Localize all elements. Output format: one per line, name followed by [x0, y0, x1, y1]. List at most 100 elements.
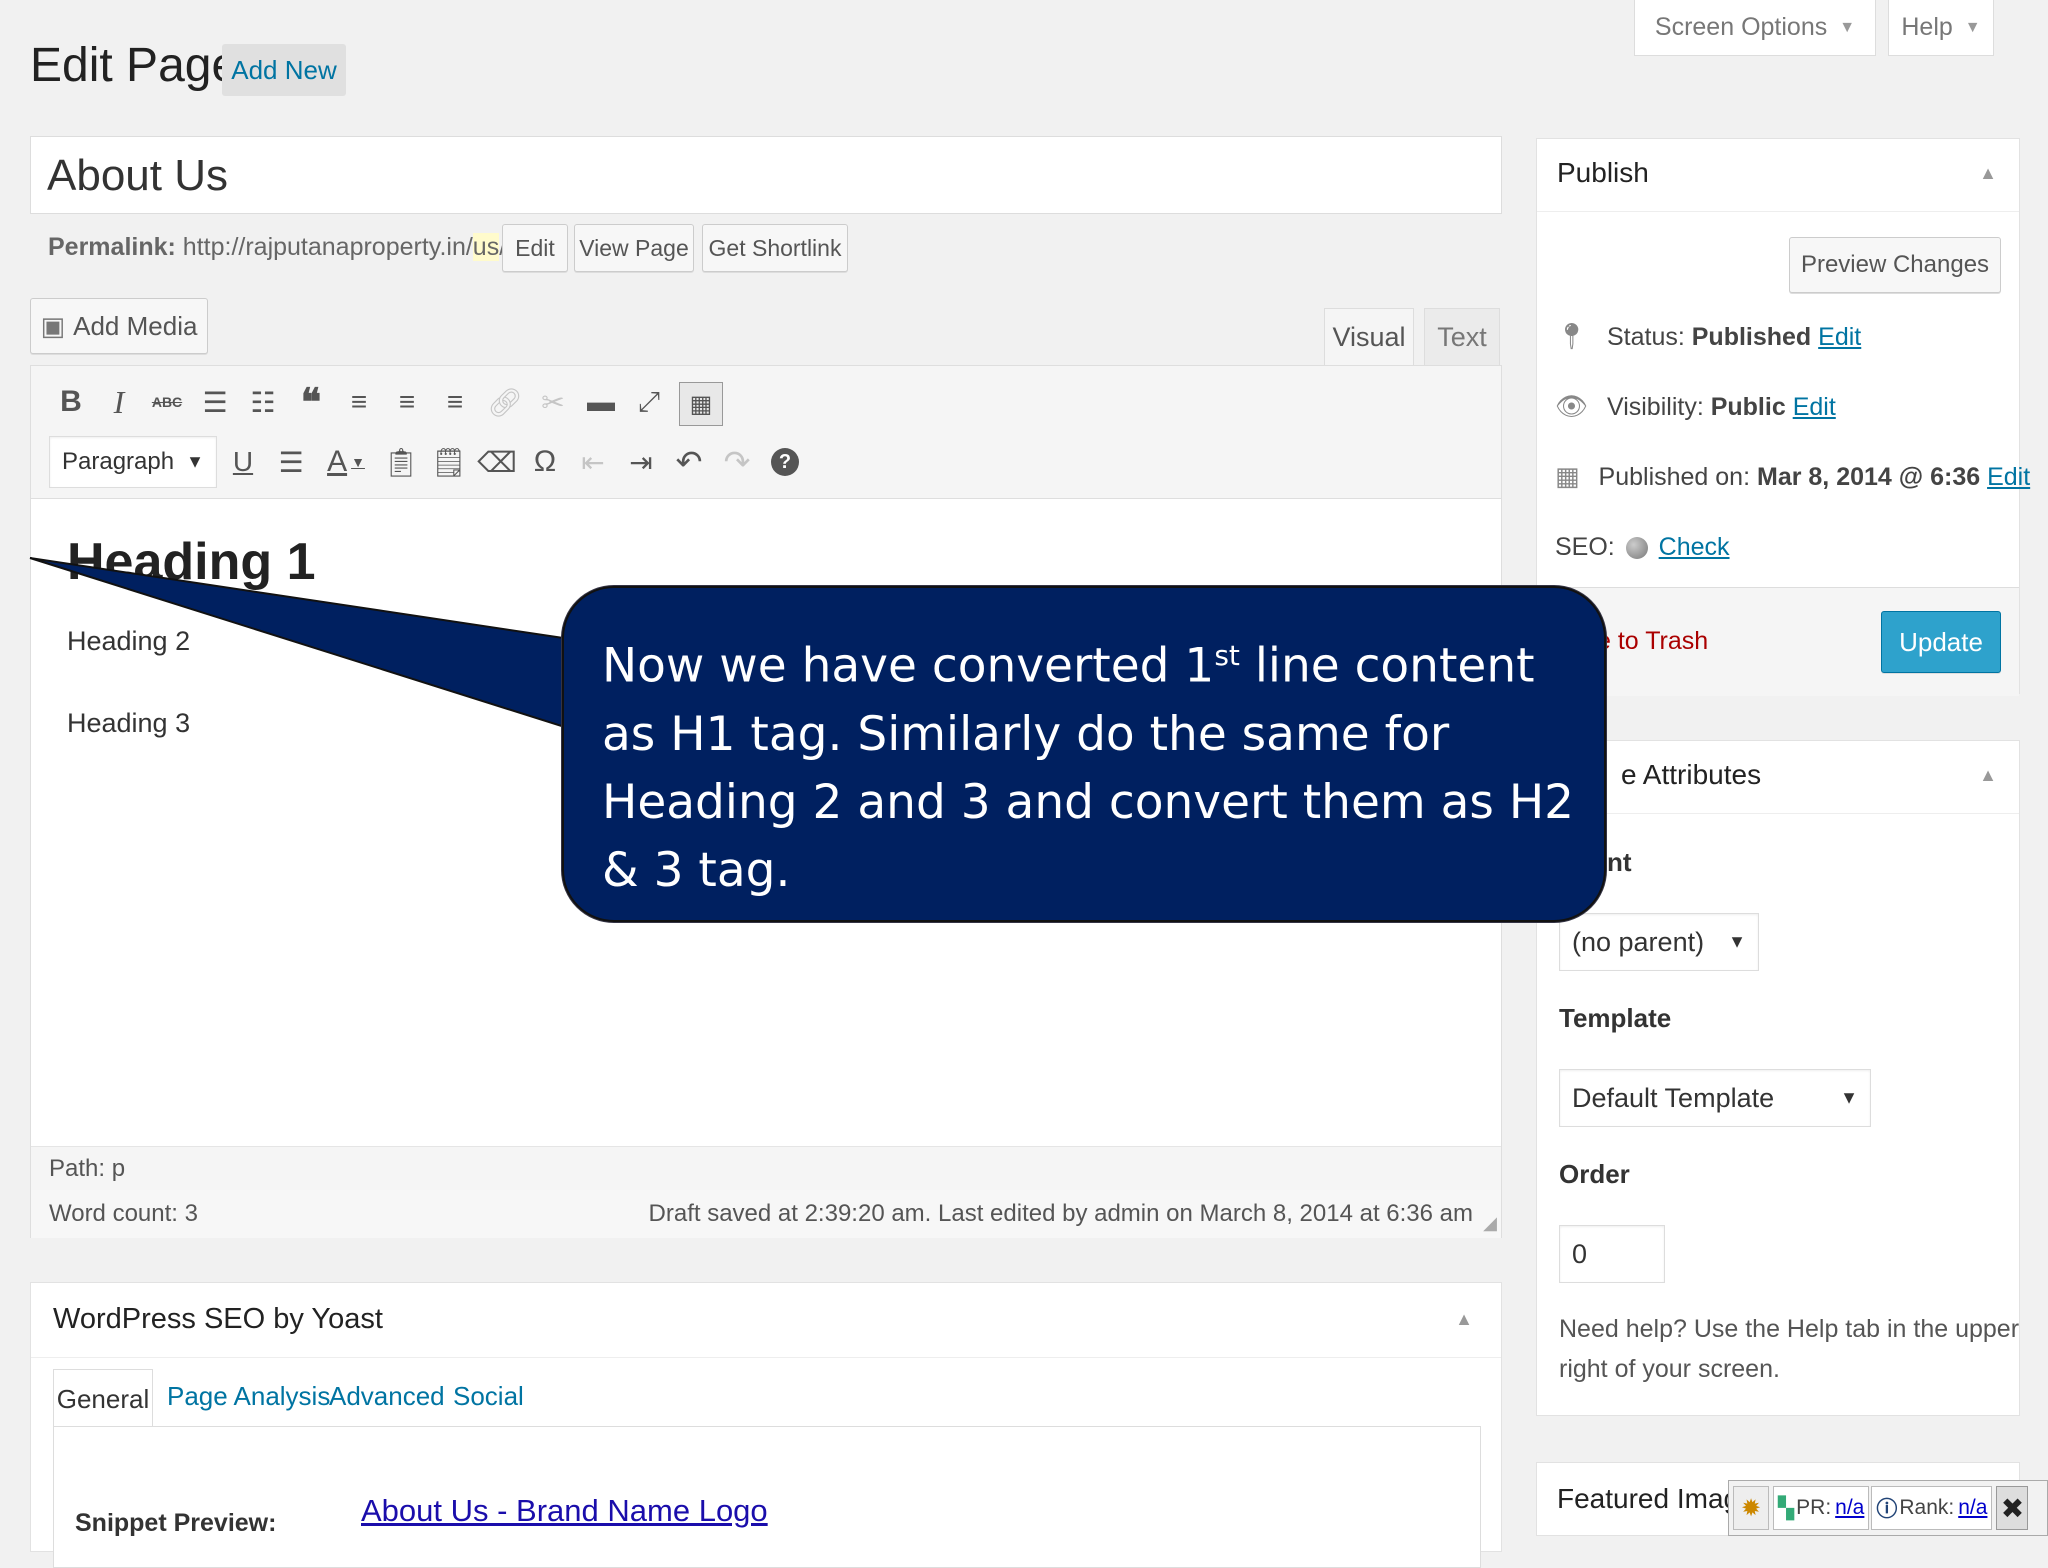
published-row: ▦ Published on: Mar 8, 2014 @ 6:36 Edit [1555, 461, 2030, 492]
seo-box-title: WordPress SEO by Yoast [53, 1303, 383, 1335]
strikethrough-icon[interactable]: ABC [149, 384, 185, 420]
special-character-icon[interactable]: Ω [527, 444, 563, 480]
format-select[interactable]: Paragraph ▼ [49, 436, 217, 488]
add-media-label: Add Media [73, 310, 198, 341]
featured-image-title: Featured Imag [1557, 1483, 1740, 1514]
content-heading-2: Heading 2 [67, 626, 191, 656]
blockquote-icon[interactable]: ❝ [293, 382, 329, 424]
collapse-icon[interactable]: ▲ [1979, 163, 1997, 184]
collapse-icon[interactable]: ▲ [1979, 765, 1997, 786]
editor-path: Path: p [49, 1155, 126, 1182]
published-edit-link[interactable]: Edit [1987, 463, 2030, 491]
bullet-list-icon[interactable]: ☰ [197, 384, 233, 420]
tab-visual[interactable]: Visual [1324, 308, 1414, 366]
help-circle-icon[interactable]: ? [767, 444, 803, 480]
page-title: Edit Page [30, 39, 239, 92]
update-button[interactable]: Update [1881, 611, 2001, 673]
editor-path-bar: Path: p [31, 1146, 1501, 1192]
indent-icon[interactable]: ⇥ [623, 444, 659, 480]
add-media-button[interactable]: ▣ Add Media [30, 298, 208, 354]
order-input-value: 0 [1572, 1238, 1588, 1269]
preview-changes-button[interactable]: Preview Changes [1789, 237, 2001, 293]
get-shortlink-button[interactable]: Get Shortlink [702, 224, 848, 272]
callout-line-1b: line content [1239, 638, 1535, 694]
visibility-edit-link[interactable]: Edit [1793, 393, 1836, 421]
paste-word-icon[interactable]: 🗒︎ [431, 444, 467, 480]
permalink: Permalink: http://rajputanaproperty.in/u… [48, 233, 506, 262]
content-heading-1: Heading 1 [67, 533, 316, 591]
underline-icon[interactable]: U [225, 444, 261, 480]
collapse-icon[interactable]: ▲ [1455, 1309, 1473, 1330]
chevron-down-icon: ▼ [1728, 931, 1746, 952]
seo-check-link[interactable]: Check [1659, 533, 1730, 561]
permalink-edit-button[interactable]: Edit [502, 224, 568, 272]
pr-label: PR: [1796, 1496, 1832, 1519]
clear-formatting-icon[interactable]: ⌫ [477, 444, 517, 480]
order-input[interactable]: 0 [1559, 1225, 1665, 1283]
undo-icon[interactable]: ↶ [671, 444, 707, 480]
unlink-icon[interactable]: ✂ [535, 384, 571, 420]
visibility-value: Public [1710, 393, 1786, 421]
chevron-down-icon: ▼ [1840, 1087, 1858, 1108]
seo-row: SEO: Check [1555, 533, 1730, 562]
tab-advanced[interactable]: Advanced [329, 1381, 445, 1412]
italic-icon[interactable]: I [101, 384, 137, 420]
format-select-value: Paragraph [62, 448, 175, 475]
page-attributes-box: e Attributes ▲ nt (no parent) ▼ Template… [1536, 740, 2020, 1416]
callout-superscript: st [1214, 639, 1240, 672]
tab-general[interactable]: General [53, 1369, 153, 1429]
view-page-button[interactable]: View Page [574, 224, 694, 272]
callout-text: Now we have converted 1st line content a… [602, 622, 1574, 905]
tab-page-analysis[interactable]: Page Analysis [167, 1381, 330, 1412]
fullscreen-icon[interactable]: ⤢ [631, 384, 667, 420]
outdent-icon[interactable]: ⇤ [575, 444, 611, 480]
snippet-title-link[interactable]: About Us - Brand Name Logo [361, 1493, 768, 1529]
close-icon[interactable]: ✖ [1996, 1486, 2029, 1530]
template-select[interactable]: Default Template ▼ [1559, 1069, 1871, 1127]
tab-social[interactable]: Social [453, 1381, 524, 1412]
align-right-icon[interactable]: ≡ [437, 384, 473, 420]
pr-value-link[interactable]: n/a [1835, 1496, 1864, 1520]
permalink-slug[interactable]: us [472, 233, 500, 261]
toolbar-toggle-icon[interactable]: ▦ [679, 382, 723, 426]
editor-status-bar: Word count: 3 Draft saved at 2:39:20 am.… [31, 1190, 1501, 1238]
help-tab[interactable]: Help ▼ [1888, 0, 1994, 56]
published-value: Mar 8, 2014 @ 6:36 [1757, 463, 1981, 491]
rank-label: Rank: [1899, 1496, 1955, 1519]
move-to-trash-link[interactable]: e to Trash [1597, 627, 1708, 656]
seoquake-gear-icon[interactable]: ✹ [1733, 1486, 1769, 1530]
pagerank-item: ▚ PR: n/a [1773, 1486, 1870, 1530]
post-title-input[interactable]: About Us [30, 136, 1502, 214]
tab-text[interactable]: Text [1424, 308, 1500, 366]
callout-line-1a: Now we have converted 1 [602, 638, 1215, 694]
pin-icon: 📍︎ [1555, 321, 1589, 351]
chevron-down-icon: ▼ [1964, 18, 1981, 36]
paste-text-icon[interactable]: 📋︎ [383, 444, 419, 480]
numbered-list-icon[interactable]: ☷ [245, 384, 281, 420]
status-edit-link[interactable]: Edit [1818, 323, 1861, 351]
template-label: Template [1559, 1003, 1672, 1033]
add-new-button[interactable]: Add New [222, 44, 346, 96]
screen-options-label: Screen Options [1654, 13, 1828, 41]
callout-line-3: Heading 2 and 3 and convert them as H2 [602, 774, 1575, 830]
screen-options-tab[interactable]: Screen Options ▼ [1634, 0, 1876, 56]
align-left-icon[interactable]: ≡ [341, 384, 377, 420]
rank-item: ⓘ Rank: n/a [1871, 1486, 1993, 1530]
resize-handle-icon[interactable]: ◢ [1483, 1213, 1497, 1234]
bold-icon[interactable]: B [53, 384, 89, 420]
draft-status: Draft saved at 2:39:20 am. Last edited b… [648, 1200, 1473, 1227]
text-color-icon[interactable]: A ▼ [321, 444, 371, 480]
justify-icon[interactable]: ☰ [273, 444, 309, 480]
permalink-base: http://rajputanaproperty.in/ [182, 233, 473, 261]
read-more-icon[interactable]: ▬ [583, 384, 619, 420]
link-icon[interactable]: 🔗︎ [487, 384, 523, 420]
align-center-icon[interactable]: ≡ [389, 384, 425, 420]
content-heading-3: Heading 3 [67, 708, 191, 738]
parent-select[interactable]: (no parent) ▼ [1559, 913, 1759, 971]
status-value: Published [1691, 323, 1812, 351]
rank-value-link[interactable]: n/a [1958, 1496, 1987, 1520]
redo-icon[interactable]: ↷ [719, 444, 755, 480]
callout-line-2: as H1 tag. Similarly do the same for [602, 706, 1450, 762]
parent-label: nt [1607, 847, 1632, 877]
callout-line-4: & 3 tag. [602, 842, 791, 898]
